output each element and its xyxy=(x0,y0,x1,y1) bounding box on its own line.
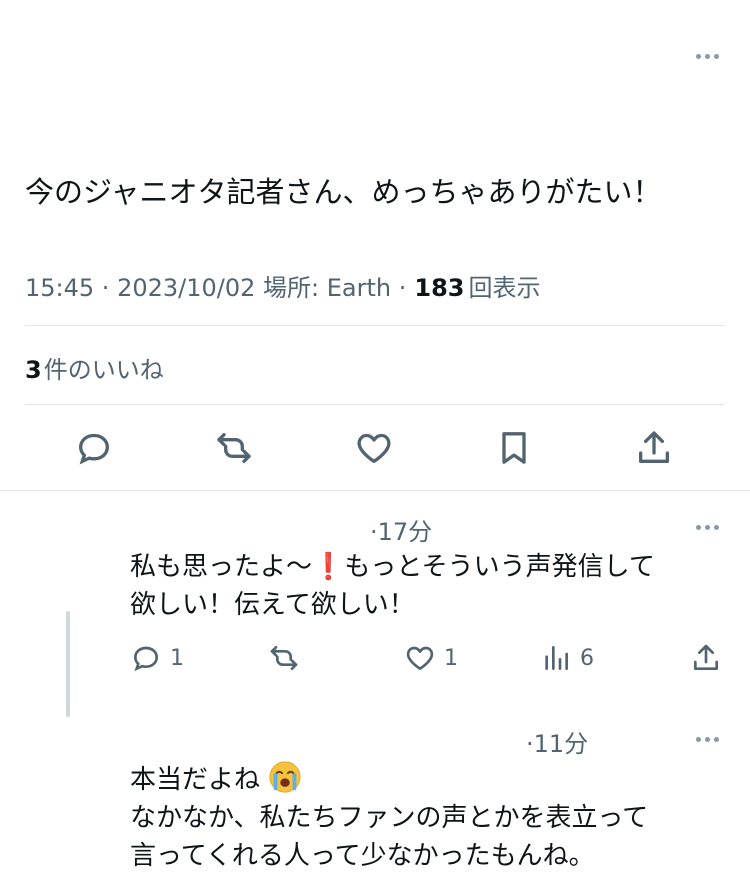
reply-more-options-icon[interactable] xyxy=(696,737,719,742)
share-icon xyxy=(639,431,669,463)
divider xyxy=(25,325,725,326)
reply-share-button[interactable] xyxy=(690,640,722,676)
tweet-location: 場所: Earth xyxy=(263,274,392,302)
reply-line: もっとそういう声発信して xyxy=(344,552,655,582)
reply-timestamp[interactable]: ·17分 xyxy=(370,512,432,547)
reply-icon xyxy=(133,646,159,672)
tweet-time: 15:45 xyxy=(25,274,95,302)
reply-text: 私も思ったよ〜❗もっとそういう声発信して 欲しい！伝えて欲しい！ xyxy=(130,548,655,624)
likes-label: 件のいいね xyxy=(43,356,164,384)
reply-more-options-icon[interactable] xyxy=(696,525,719,530)
exclamation-emoji: ❗ xyxy=(312,552,345,582)
reply-line: 私も思ったよ〜 xyxy=(130,552,313,582)
meta-separator: · xyxy=(94,274,118,302)
view-count: 6 xyxy=(580,645,594,671)
bookmark-button[interactable] xyxy=(491,425,537,471)
reply-like-button[interactable]: 1 xyxy=(404,640,458,676)
heart-icon xyxy=(357,433,391,463)
likes-summary[interactable]: 3件のいいね xyxy=(25,350,164,385)
likes-count: 3 xyxy=(25,356,42,384)
tweet-meta: 15:45 · 2023/10/02 場所: Earth · 183 回表示 xyxy=(25,268,540,303)
reply-views-button[interactable]: 6 xyxy=(540,640,594,676)
reply-icon xyxy=(78,433,110,465)
reply-retweet-button[interactable] xyxy=(268,640,300,676)
like-count: 1 xyxy=(444,645,458,671)
reply-line: なかなか、私たちファンの声とかを表立って xyxy=(130,803,649,833)
views-count: 183 xyxy=(414,274,465,302)
like-button[interactable] xyxy=(351,425,397,471)
reply-count: 1 xyxy=(170,645,184,671)
reply-reply-button[interactable]: 1 xyxy=(130,640,184,676)
heart-icon xyxy=(406,646,434,670)
divider xyxy=(25,404,725,405)
reply-timestamp[interactable]: ·11分 xyxy=(526,724,588,759)
meta-separator: · xyxy=(391,274,407,302)
share-button[interactable] xyxy=(631,425,677,471)
retweet-icon xyxy=(217,433,251,463)
retweet-button[interactable] xyxy=(211,425,257,471)
reply-text: 本当だよね なかなか、私たちファンの声とかを表立って 言ってくれる人って少なかっ… xyxy=(130,760,648,875)
retweet-icon xyxy=(270,646,298,670)
tweet-text: 今のジャニオタ記者さん、めっちゃありがたい！ xyxy=(25,175,662,209)
bookmark-icon xyxy=(502,432,526,464)
divider xyxy=(0,490,750,491)
crying-face-emoji-icon xyxy=(269,761,301,793)
analytics-icon xyxy=(545,646,568,670)
more-options-icon[interactable] xyxy=(696,54,719,59)
reply-button[interactable] xyxy=(71,425,117,471)
reply-line: 欲しい！伝えて欲しい！ xyxy=(130,590,415,620)
views-label: 回表示 xyxy=(468,274,541,302)
reply-line: 本当だよね xyxy=(130,765,261,795)
reply-line: 言ってくれる人って少なかったもんね。 xyxy=(130,841,595,871)
tweet-date: 2023/10/02 xyxy=(117,274,256,302)
thread-connector xyxy=(66,611,70,717)
share-icon xyxy=(694,644,718,670)
